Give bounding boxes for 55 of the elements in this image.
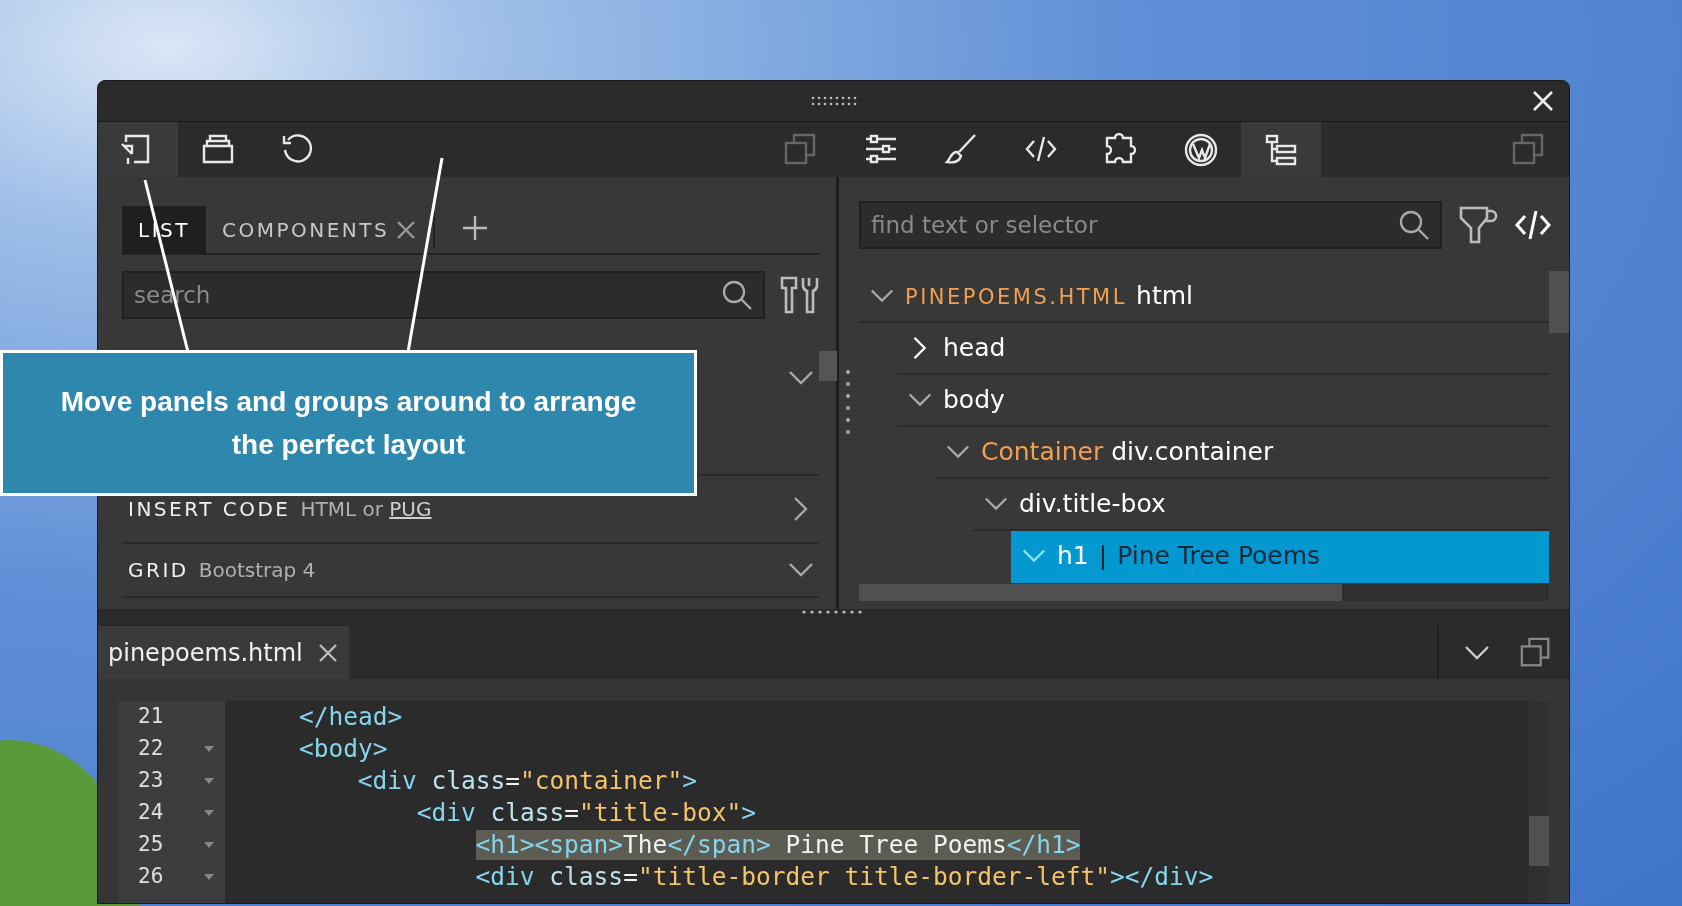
code-line: <div class="container"> [357,766,698,796]
find-field[interactable]: find text or selector [859,201,1442,249]
add-icon[interactable] [461,214,490,242]
tree-row[interactable]: head [897,323,1549,375]
tree-label: body [943,384,1005,417]
tree-label: PINEPOEMS.HTML html [905,280,1193,313]
drag-handle-icon[interactable] [810,96,857,106]
tools-icon[interactable] [779,275,819,315]
tool-button[interactable] [98,122,178,177]
tree-label: div.title-box [1019,488,1166,521]
cup-icon[interactable] [1458,205,1498,245]
panel-tab[interactable]: COMPONENTS [205,206,434,253]
fold-icon[interactable] [203,776,215,786]
fold-icon[interactable] [203,872,215,882]
tree-label: h1 [1057,540,1089,573]
scrollbar-thumb[interactable] [859,584,1342,601]
close-icon[interactable] [316,641,339,664]
line-number: 26 [138,863,164,891]
tree-label: Container div.container [981,436,1274,469]
line-number: 22 [138,735,164,763]
fold-icon[interactable] [203,840,215,850]
file-tab[interactable]: pinepoems.html [98,626,349,679]
section-subtitle: HTML or PUG [300,496,432,523]
tree-row[interactable]: body [897,375,1549,427]
search-icon[interactable] [1398,209,1430,241]
tree-row[interactable]: PINEPOEMS.HTML html [859,271,1549,323]
callout-text: Move panels and groups around to arrange the perfect layout [0,350,697,496]
tree-row[interactable]: Container div.container [935,427,1549,479]
scrollbar-thumb[interactable] [819,351,837,381]
tool-button[interactable] [1241,122,1321,177]
fold-icon[interactable] [203,744,215,754]
search-icon[interactable] [721,279,753,311]
code-icon[interactable] [1514,208,1552,242]
line-number: 24 [138,799,164,827]
section-subtitle: Bootstrap 4 [198,557,316,584]
globe-icon[interactable] [1183,131,1219,168]
scrollbar-thumb[interactable] [1529,816,1549,866]
code-line: <div class="title-border title-border-left"></div> [475,862,1214,892]
line-number: 21 [138,703,164,731]
separator-text: | [1098,540,1108,573]
code-line: </head> [298,702,403,732]
code-line: <body> [298,734,388,764]
section-title[interactable]: INSERT CODE [128,494,291,524]
pug-link[interactable]: PUG [389,497,432,521]
tree-row[interactable]: h1 | Pine Tree Poems [1011,531,1549,583]
resize-handle-icon[interactable] [845,369,851,435]
close-icon[interactable] [1531,89,1555,113]
line-number: 23 [138,767,164,795]
code-line: <div class="title-box"> [416,798,756,828]
section-title[interactable]: GRID [128,555,189,585]
node-text: Pine Tree Poems [1117,540,1321,573]
line-number: 25 [138,831,164,859]
tree-label: head [943,332,1006,365]
scrollbar-thumb[interactable] [1549,271,1569,333]
fold-icon[interactable] [203,808,215,818]
